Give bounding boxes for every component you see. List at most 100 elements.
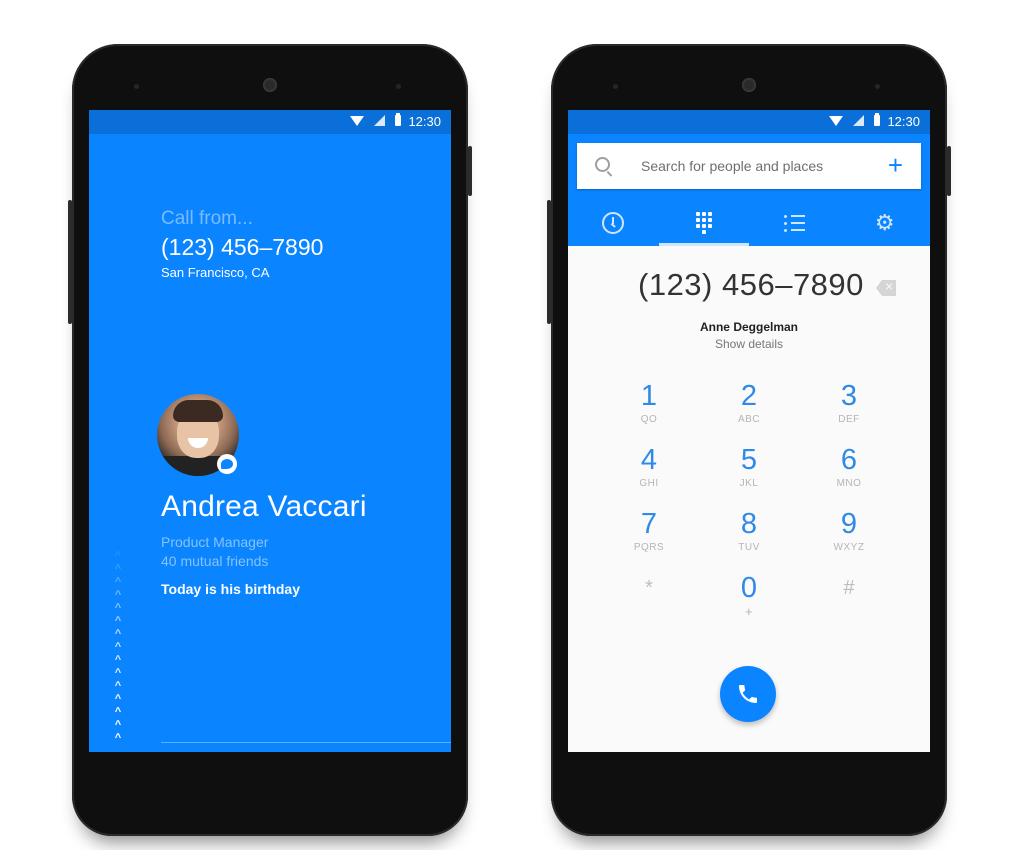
power-button [468, 146, 472, 196]
dialpad-icon [695, 212, 712, 234]
tab-settings[interactable]: ⚙ [840, 200, 931, 246]
key-hash[interactable]: # [799, 572, 899, 636]
sensor [134, 84, 139, 89]
chevron-up-icon: ^ [114, 576, 122, 588]
chevron-up-icon: ^ [114, 706, 122, 718]
sensor [396, 84, 401, 89]
list-icon [783, 214, 805, 232]
front-camera [263, 78, 277, 92]
key-5[interactable]: 5 JKL [699, 444, 799, 508]
clock-icon [602, 212, 625, 234]
status-bar: 12:30 [568, 110, 930, 134]
key-digit: 9 [840, 508, 858, 540]
battery-icon [395, 113, 401, 126]
caller-location: San Francisco, CA [161, 265, 270, 280]
key-letters: ABC [737, 414, 761, 425]
sensor [875, 84, 880, 89]
key-4[interactable]: 4 GHI [599, 444, 699, 508]
front-camera [742, 78, 756, 92]
power-button [947, 146, 951, 196]
search-input[interactable]: Search for people and places + [577, 143, 921, 189]
caller-name: Andrea Vaccari [161, 490, 367, 523]
key-digit: * [645, 577, 653, 599]
wifi-icon [829, 115, 843, 126]
key-1[interactable]: 1 QO [599, 380, 699, 444]
chevron-up-icon: ^ [114, 615, 122, 627]
key-3[interactable]: 3 DEF [799, 380, 899, 444]
signal-icon [374, 115, 385, 126]
key-letters: WXYZ [833, 542, 865, 553]
key-digit: # [843, 577, 855, 599]
key-8[interactable]: 8 TUV [699, 508, 799, 572]
key-letters: JKL [739, 478, 759, 489]
status-time: 12:30 [408, 114, 441, 129]
chevron-up-icon: ^ [114, 732, 122, 744]
tab-contacts[interactable] [749, 200, 840, 246]
key-9[interactable]: 9 WXYZ [799, 508, 899, 572]
mutual-friends: 40 mutual friends [161, 553, 269, 569]
key-digit: 7 [640, 508, 658, 540]
key-letters: DEF [838, 414, 860, 425]
key-digit: 6 [840, 444, 858, 476]
call-button[interactable] [720, 666, 776, 722]
phone-incoming-call: 12:30 Call from... (123) 456–7890 San Fr… [68, 44, 472, 836]
tab-recents[interactable] [568, 200, 659, 246]
key-digit: 4 [640, 444, 658, 476]
key-7[interactable]: 7 PQRS [599, 508, 699, 572]
key-letters: MNO [836, 478, 862, 489]
chevron-up-icon: ^ [114, 719, 122, 731]
search-placeholder: Search for people and places [641, 158, 824, 174]
show-details-link[interactable]: Show details [568, 337, 930, 351]
chevron-up-icon: ^ [114, 654, 122, 666]
key-letters: + [744, 604, 754, 619]
tab-bar: ⚙ [568, 200, 930, 246]
key-letters: TUV [738, 542, 760, 553]
chevron-up-icon: ^ [114, 589, 122, 601]
key-letters: PQRS [633, 542, 665, 553]
battery-icon [874, 113, 880, 126]
chevron-up-icon: ^ [114, 693, 122, 705]
key-digit: 3 [840, 380, 858, 412]
backspace-button[interactable] [876, 280, 896, 296]
divider [161, 742, 451, 743]
chevron-up-icon: ^ [114, 602, 122, 614]
phone-icon [739, 685, 757, 703]
tab-dialpad[interactable] [658, 200, 750, 246]
volume-button [547, 200, 551, 324]
key-letters: GHI [639, 478, 659, 489]
chevron-up-icon: ^ [114, 680, 122, 692]
wifi-icon [350, 115, 364, 126]
key-letters: QO [640, 414, 658, 425]
signal-icon [853, 115, 864, 126]
chevron-up-icon: ^ [114, 667, 122, 679]
sensor [613, 84, 618, 89]
key-0[interactable]: 0 + [699, 572, 799, 636]
chevron-up-icon: ^ [114, 550, 122, 562]
chevron-up-icon: ^ [114, 628, 122, 640]
chevron-up-icon: ^ [114, 563, 122, 575]
swipe-up-handle[interactable]: ^ ^ ^ ^ ^ ^ ^ ^ ^ ^ ^ ^ ^ ^ ^ [111, 550, 125, 745]
gear-icon: ⚙ [874, 210, 895, 235]
birthday-note: Today is his birthday [161, 581, 300, 597]
key-star[interactable]: * [599, 572, 699, 636]
caller-title: Product Manager [161, 534, 269, 550]
chevron-up-icon: ^ [114, 641, 122, 653]
key-2[interactable]: 2 ABC [699, 380, 799, 444]
dialer-screen: 12:30 Search for people and places + ⚙ (… [568, 110, 930, 752]
search-icon [595, 157, 610, 172]
call-from-label: Call from... [161, 208, 253, 229]
phone-dialer: 12:30 Search for people and places + ⚙ (… [547, 44, 951, 836]
dialed-number[interactable]: (123) 456–7890 [638, 267, 864, 303]
dialpad: 1 QO 2 ABC 3 DEF 4 GHI 5 JKL 6 MNO 7 PQRS 8 TUV … [599, 380, 899, 636]
status-bar: 12:30 [89, 110, 451, 134]
key-digit: 5 [740, 444, 758, 476]
key-digit: 2 [740, 380, 758, 412]
key-6[interactable]: 6 MNO [799, 444, 899, 508]
dialer-header: Search for people and places + ⚙ [568, 134, 930, 246]
add-contact-button[interactable]: + [888, 152, 903, 178]
key-digit: 0 [740, 572, 758, 604]
volume-button [68, 200, 72, 324]
incoming-call-screen: 12:30 Call from... (123) 456–7890 San Fr… [89, 110, 451, 752]
key-digit: 8 [740, 508, 758, 540]
caller-phone-number: (123) 456–7890 [161, 234, 324, 260]
